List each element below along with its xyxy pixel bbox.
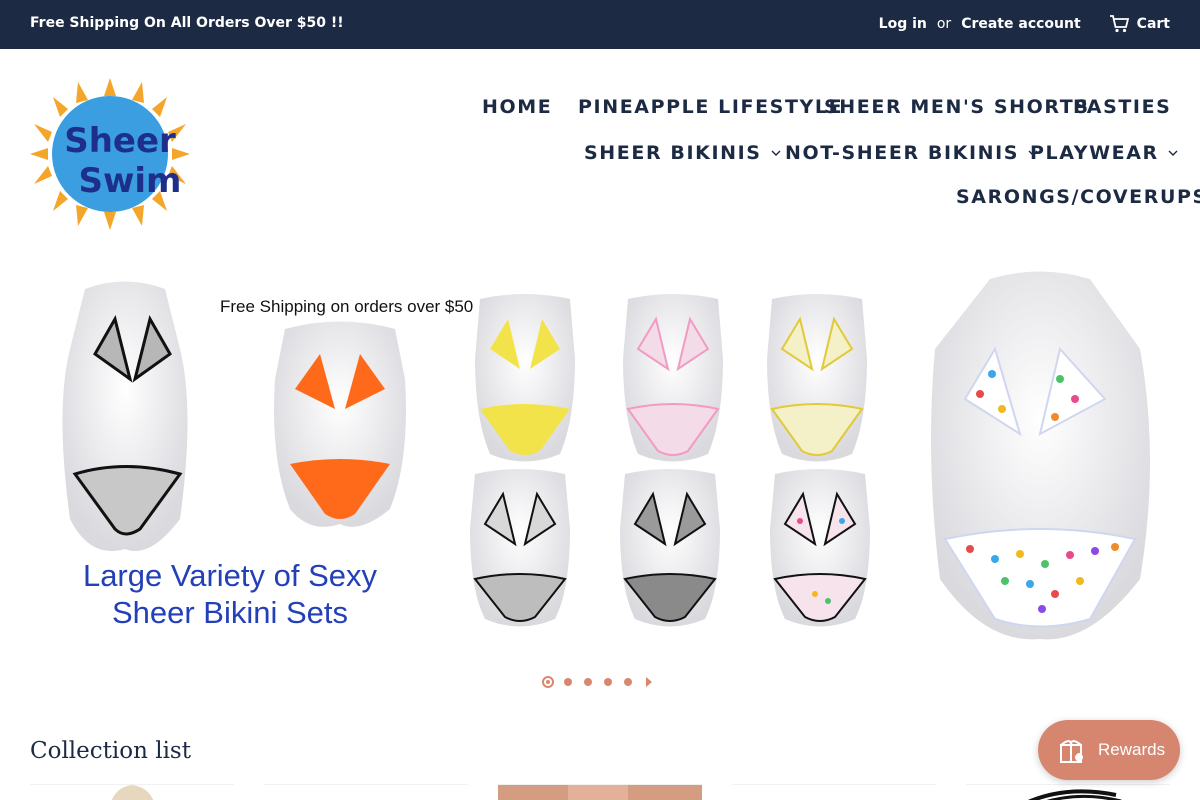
slideshow-pagination [542,676,654,688]
cart-label: Cart [1136,16,1170,32]
nav-sarongs-coverups[interactable]: SARONGS/COVERUPS [956,186,1200,208]
nav-pasties[interactable]: PASTIES [1073,96,1171,118]
nav-sheer-bikinis[interactable]: SHEER BIKINIS [584,142,781,164]
account-links: Log in or Create account Cart [879,15,1170,33]
collection-image [498,785,702,800]
hero-headline: Large Variety of Sexy Sheer Bikini Sets [60,557,400,631]
rewards-label: Rewards [1098,740,1166,759]
nav-playwear[interactable]: PLAYWEAR [1030,142,1178,164]
hero-headline-line1: Large Variety of Sexy [82,558,378,593]
site-logo[interactable]: Sheer Swim [30,78,190,230]
gift-heart-icon [1060,740,1083,763]
free-shipping-promo: Free Shipping On All Orders Over $50 !! [30,15,344,31]
logo-text-line1: Sheer [64,121,176,161]
collection-card[interactable] [732,784,936,800]
sun-logo-icon: Sheer Swim [30,78,190,230]
hero-shipping-text: Free Shipping on orders over $50 [220,297,474,316]
logo-text-line2: Swim [79,161,182,201]
slide-dot-3[interactable] [584,678,592,686]
slide-dot-4[interactable] [604,678,612,686]
nav-home[interactable]: HOME [482,96,552,118]
collection-card[interactable] [30,784,234,800]
chevron-down-icon [1168,150,1178,156]
or-separator: or [936,16,952,32]
chevron-down-icon [771,150,781,156]
hero-headline-line2: Sheer Bikini Sets [111,595,349,630]
collection-image [1028,789,1122,800]
cart-icon [1109,15,1129,33]
nav-pineapple-lifestyle[interactable]: PINEAPPLE LIFESTYLE [578,96,843,118]
collection-card[interactable] [966,784,1170,800]
nav-not-sheer-bikinis[interactable]: NOT-SHEER BIKINIS [785,142,1038,164]
collection-list-title: Collection list [30,738,191,764]
cart-link[interactable]: Cart [1109,15,1170,33]
nav-not-sheer-bikinis-label: NOT-SHEER BIKINIS [785,142,1020,164]
collection-image [264,791,468,800]
slide-dot-2[interactable] [564,678,572,686]
slide-dot-1[interactable] [542,676,554,688]
slide-dot-5[interactable] [624,678,632,686]
collection-card[interactable] [264,784,468,800]
nav-playwear-label: PLAYWEAR [1030,142,1159,164]
collection-image [732,789,936,800]
hero-slideshow[interactable]: Free Shipping on orders over $50 Large V… [30,259,1170,659]
collection-image [111,785,154,800]
rewards-launcher-button[interactable]: Rewards [1038,720,1180,780]
nav-sheer-bikinis-label: SHEER BIKINIS [584,142,762,164]
nav-sarongs-coverups-label: SARONGS/COVERUPS [956,186,1200,208]
nav-sheer-mens-shorts[interactable]: SHEER MEN'S SHORTS [824,96,1090,118]
announcement-bar: Free Shipping On All Orders Over $50 !! … [0,0,1200,49]
login-link[interactable]: Log in [879,16,927,32]
create-account-link[interactable]: Create account [961,16,1080,32]
pause-icon[interactable] [644,676,654,688]
collection-card[interactable] [498,784,702,800]
